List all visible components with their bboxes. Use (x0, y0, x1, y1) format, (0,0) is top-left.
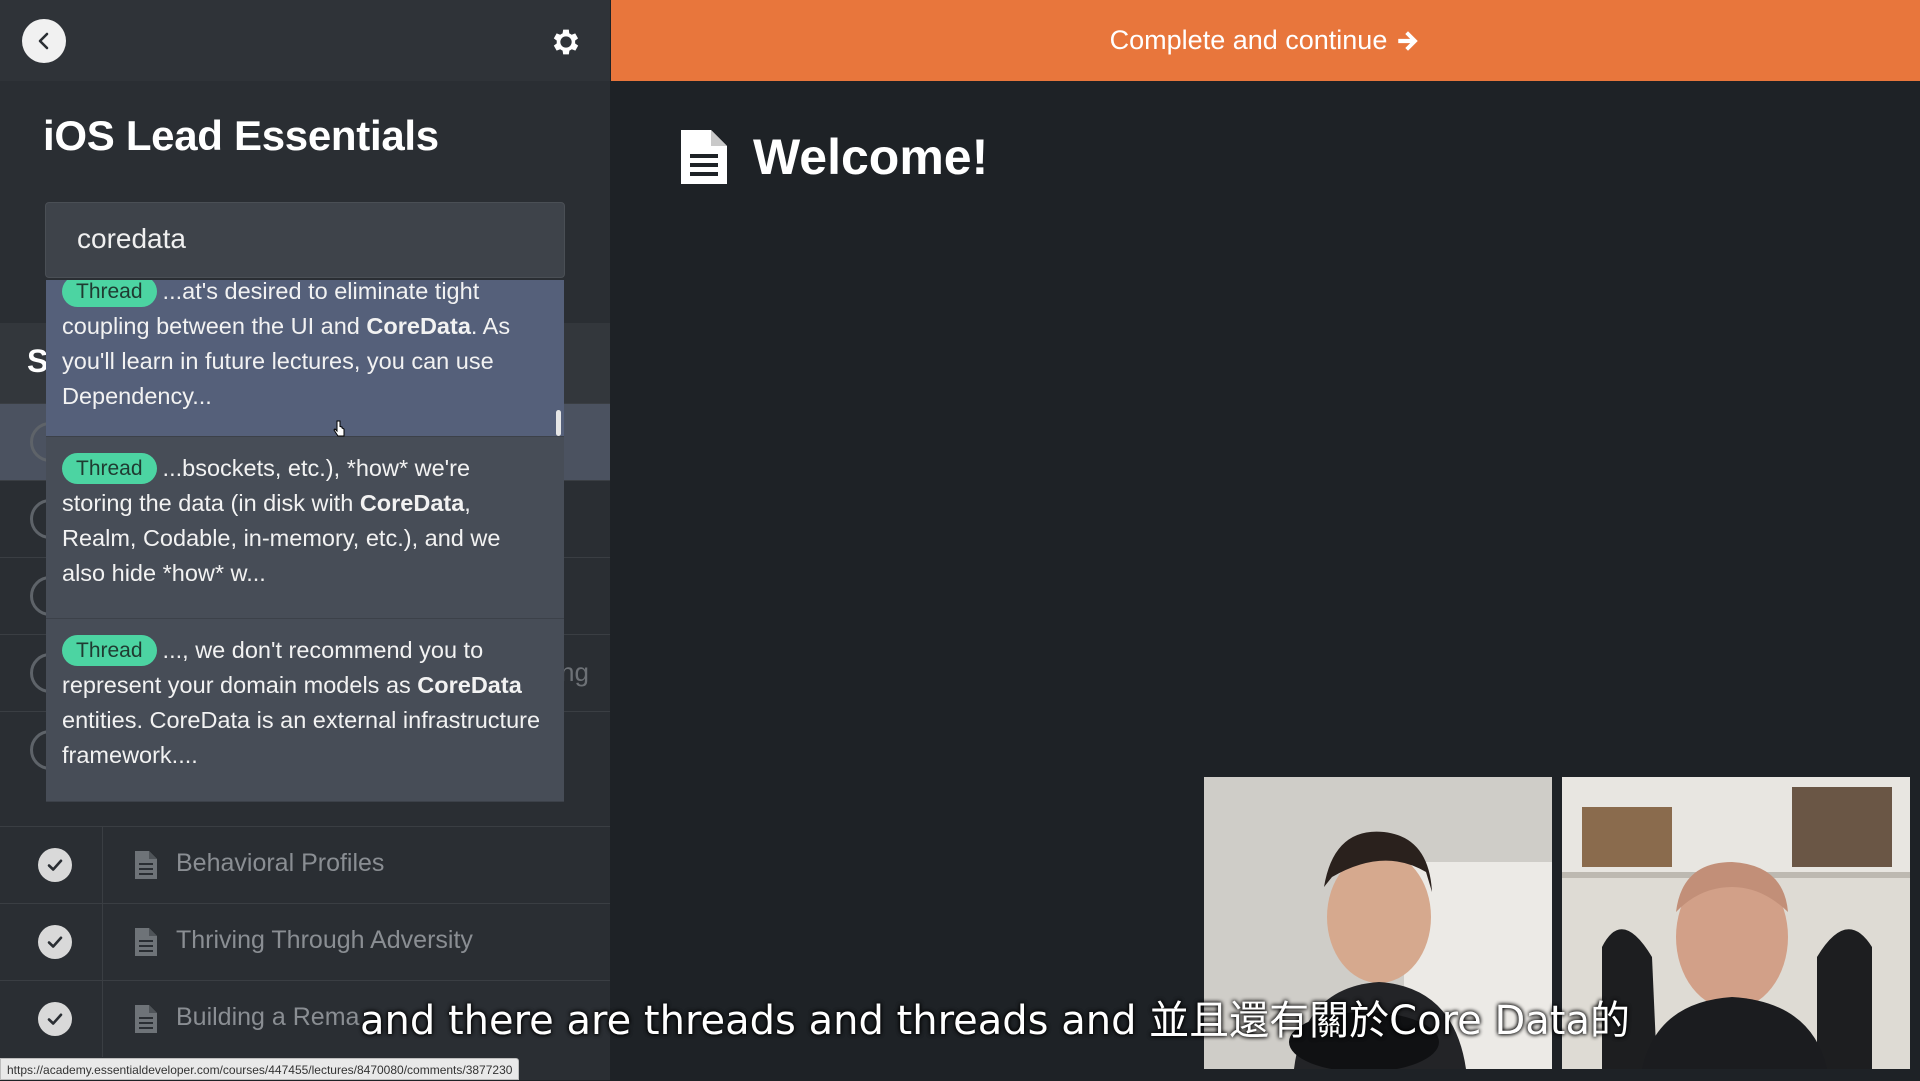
search-result-text: Thread ...at's desired to eliminate tight… (62, 280, 546, 414)
lesson-row[interactable]: Thriving Through Adversity (0, 903, 610, 980)
complete-and-continue-button[interactable]: Complete and continue (611, 0, 1920, 81)
check-icon (38, 925, 72, 959)
sidebar-header (0, 0, 610, 81)
document-icon (135, 1005, 157, 1033)
check-icon (38, 848, 72, 882)
gear-icon[interactable] (549, 25, 583, 59)
result-type-badge: Thread (62, 453, 157, 484)
lesson-label: Behavioral Profiles (176, 849, 385, 877)
search-result-text: Thread..., we don't recommend you to rep… (62, 635, 541, 768)
status-bar-url: https://academy.essentialdeveloper.com/c… (0, 1058, 520, 1080)
search-results-dropdown[interactable]: Thread ...at's desired to eliminate tight… (46, 280, 564, 802)
document-icon (135, 851, 157, 879)
document-icon (681, 130, 727, 184)
back-button[interactable] (22, 19, 66, 63)
complete-and-continue-label: Complete and continue (1109, 25, 1388, 55)
video-subtitle: and there are threads and threads and 並且… (360, 998, 1630, 1044)
search-input[interactable]: coredata (45, 202, 565, 278)
course-title: iOS Lead Essentials (43, 112, 439, 159)
search-input-value: coredata (77, 223, 186, 254)
result-type-badge: Thread (62, 280, 157, 307)
sidebar: iOS Lead Essentials S ng Behavioral Prof… (0, 0, 610, 1080)
dropdown-scrollbar[interactable] (556, 410, 561, 436)
search-result[interactable]: Thread..., we don't recommend you to rep… (46, 619, 564, 802)
lesson-label: Thriving Through Adversity (176, 926, 473, 954)
page-title: Welcome! (753, 129, 989, 185)
chevron-left-icon (38, 32, 49, 50)
lesson-label: Building a Rema (176, 1003, 360, 1031)
search-result-text: Thread ...bsockets, etc.), *how* we're st… (62, 453, 501, 586)
search-result[interactable]: Thread ...at's desired to eliminate tight… (46, 280, 564, 437)
document-icon (135, 928, 157, 956)
result-type-badge: Thread (62, 635, 157, 666)
check-icon (38, 1002, 72, 1036)
list-item-label: ng (560, 657, 589, 687)
lesson-row[interactable]: Behavioral Profiles (0, 826, 610, 903)
search-result[interactable]: Thread ...bsockets, etc.), *how* we're st… (46, 437, 564, 619)
arrow-right-icon (1398, 30, 1419, 51)
pointer-cursor-icon (333, 420, 345, 437)
